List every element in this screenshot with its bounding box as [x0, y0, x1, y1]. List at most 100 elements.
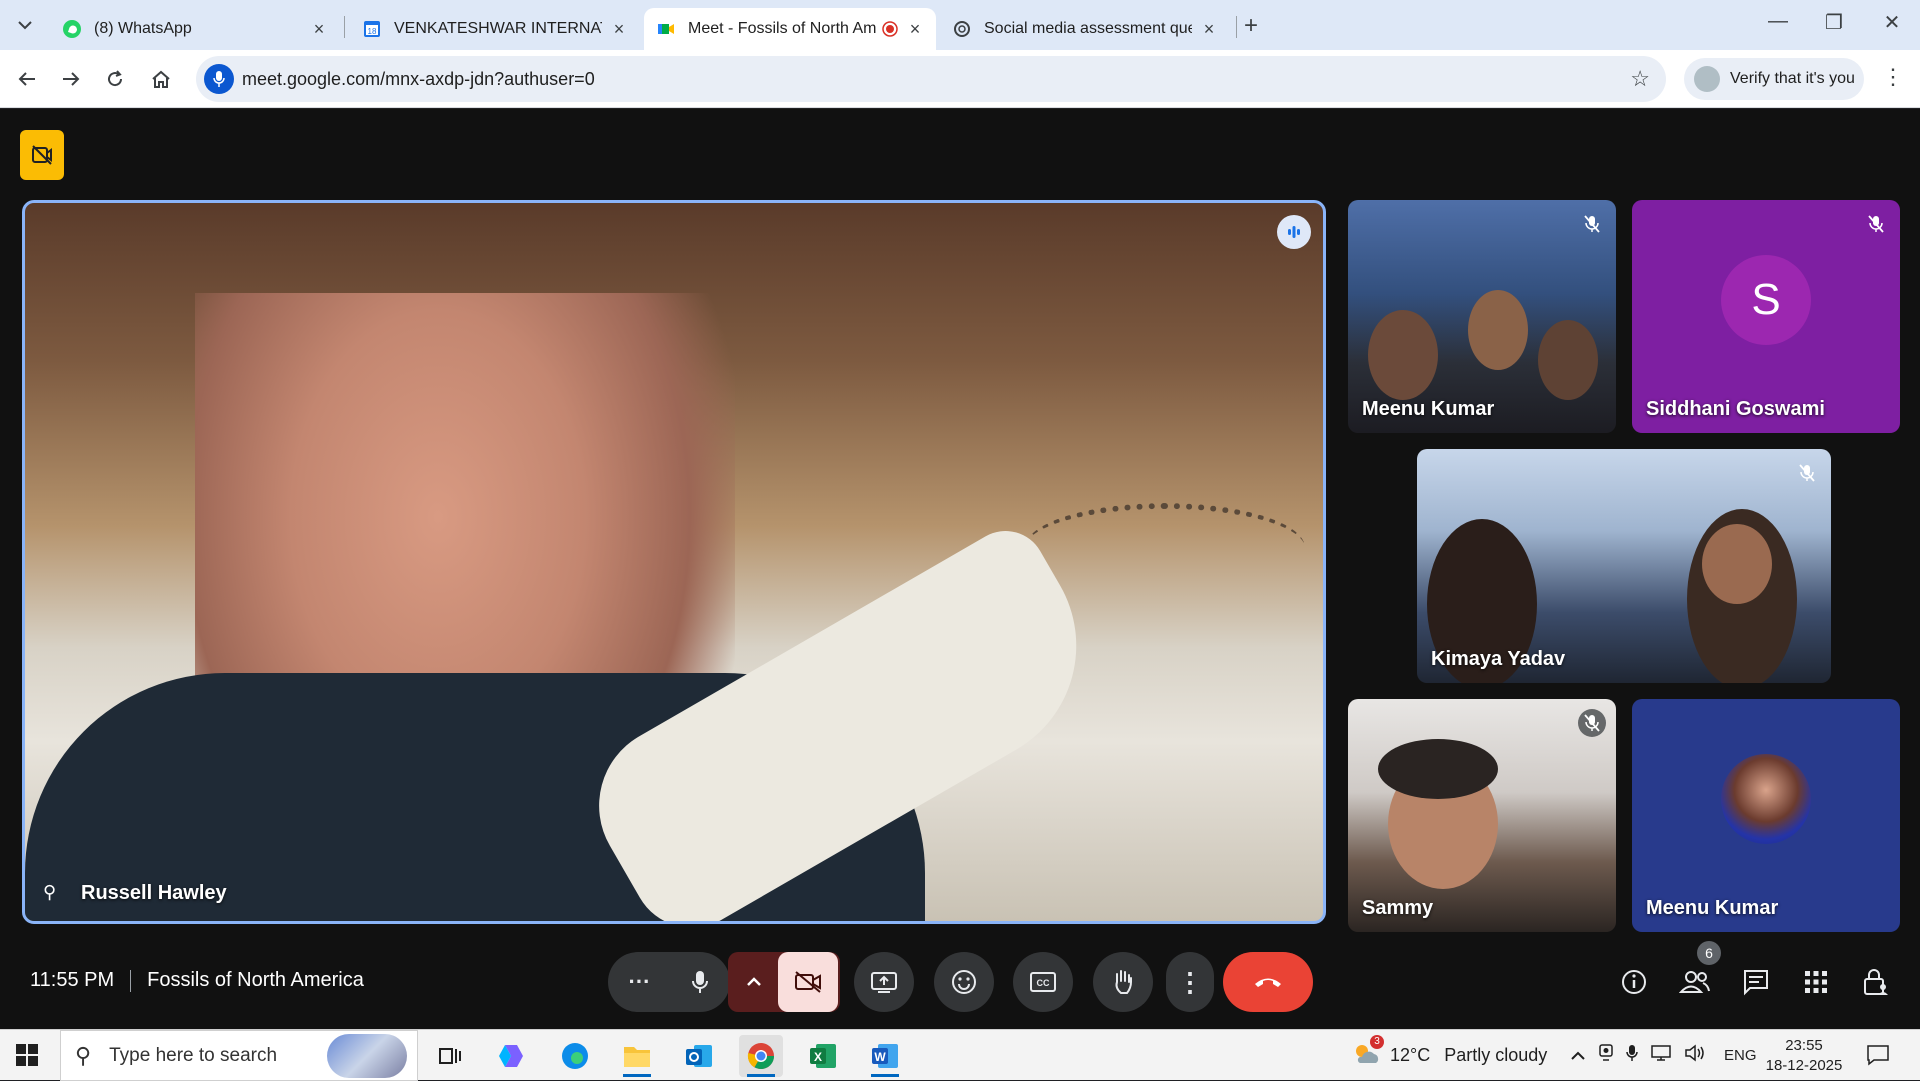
system-tray: ENG: [1570, 1030, 1757, 1081]
reload-icon: [108, 70, 123, 87]
arrow-right-icon: [63, 72, 80, 86]
chat-button[interactable]: [1738, 964, 1774, 1000]
close-tab-icon[interactable]: ×: [1200, 19, 1218, 40]
home-icon: [152, 70, 170, 88]
language-indicator[interactable]: ENG: [1724, 1047, 1757, 1064]
word-icon: W: [872, 1044, 898, 1068]
tab-search-button[interactable]: [10, 10, 40, 40]
chevron-up-icon[interactable]: [1570, 1045, 1586, 1066]
leave-call-button[interactable]: [1223, 952, 1313, 1012]
tab-venkateshwar[interactable]: 18 VENKATESHWAR INTERNATION ×: [350, 8, 640, 50]
participant-tile[interactable]: Meenu Kumar: [1632, 699, 1900, 932]
taskbar-excel[interactable]: X: [801, 1035, 845, 1077]
camera-icon[interactable]: [1598, 1044, 1614, 1067]
taskbar-edge[interactable]: [553, 1035, 597, 1077]
home-button[interactable]: [146, 64, 176, 94]
avatar: S: [1721, 254, 1811, 345]
muted-mic-icon: [1793, 459, 1821, 487]
tab-whatsapp[interactable]: (8) WhatsApp ×: [50, 8, 340, 50]
address-bar[interactable]: meet.google.com/mnx-axdp-jdn?authuser=0 …: [196, 56, 1666, 102]
notifications-button[interactable]: [1866, 1044, 1890, 1071]
present-screen-icon: [871, 972, 897, 993]
meeting-details-button[interactable]: [1616, 964, 1652, 1000]
tab-google-meet[interactable]: Meet - Fossils of North Am ×: [644, 8, 936, 50]
close-window-icon[interactable]: ✕: [1872, 10, 1912, 35]
tab-divider: [344, 16, 345, 38]
people-icon: [1679, 971, 1710, 993]
meet-stage: ⚲ Russell Hawley Meenu Kumar S Siddhani …: [0, 109, 1920, 1029]
activities-button[interactable]: [1798, 964, 1834, 1000]
microphone-icon[interactable]: [204, 64, 234, 94]
svg-text:W: W: [874, 1050, 886, 1064]
muted-mic-icon: [1578, 210, 1606, 238]
host-controls-button[interactable]: [1858, 964, 1894, 1000]
windows-taskbar: ⚲ Type here to search X W 3 12°C Partly …: [0, 1029, 1920, 1081]
avatar: [1721, 753, 1811, 844]
camera-off-icon: [795, 971, 821, 993]
active-indicator: [747, 1074, 775, 1077]
microphone-icon[interactable]: [1626, 1044, 1638, 1067]
recording-badge[interactable]: [20, 130, 64, 180]
participant-tile[interactable]: Meenu Kumar: [1348, 200, 1616, 433]
volume-icon[interactable]: [1684, 1044, 1706, 1067]
clock-time: 23:55: [1785, 1037, 1823, 1054]
arrow-left-icon: [18, 72, 35, 86]
tab-title: (8) WhatsApp: [94, 20, 192, 37]
whatsapp-icon: [63, 20, 81, 38]
taskbar-search-box[interactable]: ⚲ Type here to search: [60, 1030, 418, 1081]
browser-menu-icon[interactable]: ⋮: [1882, 64, 1904, 90]
minimize-icon[interactable]: —: [1758, 10, 1798, 33]
restore-icon[interactable]: ❐: [1814, 10, 1854, 35]
network-icon[interactable]: [1650, 1044, 1672, 1067]
taskbar-word[interactable]: W: [863, 1035, 907, 1077]
audio-control-group: ···: [608, 952, 730, 1012]
taskbar-file-explorer[interactable]: [615, 1035, 659, 1077]
participant-video-figure: [1468, 290, 1528, 370]
taskbar-copilot[interactable]: [490, 1035, 534, 1077]
captions-button[interactable]: CC: [1013, 952, 1073, 1012]
close-tab-icon[interactable]: ×: [610, 19, 628, 40]
more-options-button[interactable]: ⋮: [1166, 952, 1214, 1012]
close-tab-icon[interactable]: ×: [906, 19, 924, 40]
close-tab-icon[interactable]: ×: [310, 19, 328, 40]
main-speaker-tile[interactable]: ⚲ Russell Hawley: [22, 200, 1326, 924]
participant-tile[interactable]: S Siddhani Goswami: [1632, 200, 1900, 433]
audio-options-icon[interactable]: ···: [629, 969, 651, 995]
browser-tab-strip: (8) WhatsApp × 18 VENKATESHWAR INTERNATI…: [0, 0, 1920, 50]
participant-tile[interactable]: Sammy: [1348, 699, 1616, 932]
camera-off-button[interactable]: [778, 952, 838, 1012]
taskbar-outlook[interactable]: [677, 1035, 721, 1077]
weather-text: Partly cloudy: [1444, 1045, 1548, 1065]
google-meet-icon: [658, 24, 674, 34]
raise-hand-button[interactable]: [1093, 952, 1153, 1012]
browser-toolbar: meet.google.com/mnx-axdp-jdn?authuser=0 …: [0, 50, 1920, 108]
weather-widget[interactable]: 3 12°C Partly cloudy: [1352, 1030, 1547, 1081]
taskbar-clock[interactable]: 23:55 18-12-2025: [1764, 1036, 1844, 1076]
new-tab-button[interactable]: +: [1244, 12, 1258, 40]
microphone-icon[interactable]: [691, 970, 709, 994]
muted-mic-icon: [1862, 210, 1890, 238]
bookmark-star-icon[interactable]: ☆: [1630, 66, 1650, 92]
participant-tile[interactable]: Kimaya Yadav: [1417, 449, 1831, 683]
pin-icon[interactable]: ⚲: [43, 882, 56, 903]
taskbar-chrome[interactable]: [739, 1035, 783, 1077]
back-button[interactable]: [12, 64, 42, 94]
people-button[interactable]: [1677, 964, 1713, 1000]
reactions-button[interactable]: [934, 952, 994, 1012]
task-view-button[interactable]: [428, 1035, 472, 1077]
chevron-up-icon[interactable]: [746, 977, 762, 987]
tab-divider: [1236, 16, 1237, 38]
reload-button[interactable]: [100, 64, 130, 94]
participant-name: Meenu Kumar: [1362, 398, 1495, 420]
start-button[interactable]: [16, 1044, 38, 1071]
more-vert-icon: ⋮: [1177, 966, 1203, 997]
tab-chatgpt[interactable]: Social media assessment questi ×: [940, 8, 1230, 50]
active-indicator: [871, 1074, 899, 1077]
forward-button[interactable]: [56, 64, 86, 94]
search-icon: ⚲: [75, 1042, 92, 1068]
profile-verify-button[interactable]: Verify that it's you: [1684, 58, 1864, 100]
present-screen-button[interactable]: [854, 952, 914, 1012]
participant-video-figure: [1538, 320, 1598, 400]
emoji-icon: [952, 970, 976, 994]
participant-video-figure: [1702, 524, 1772, 604]
